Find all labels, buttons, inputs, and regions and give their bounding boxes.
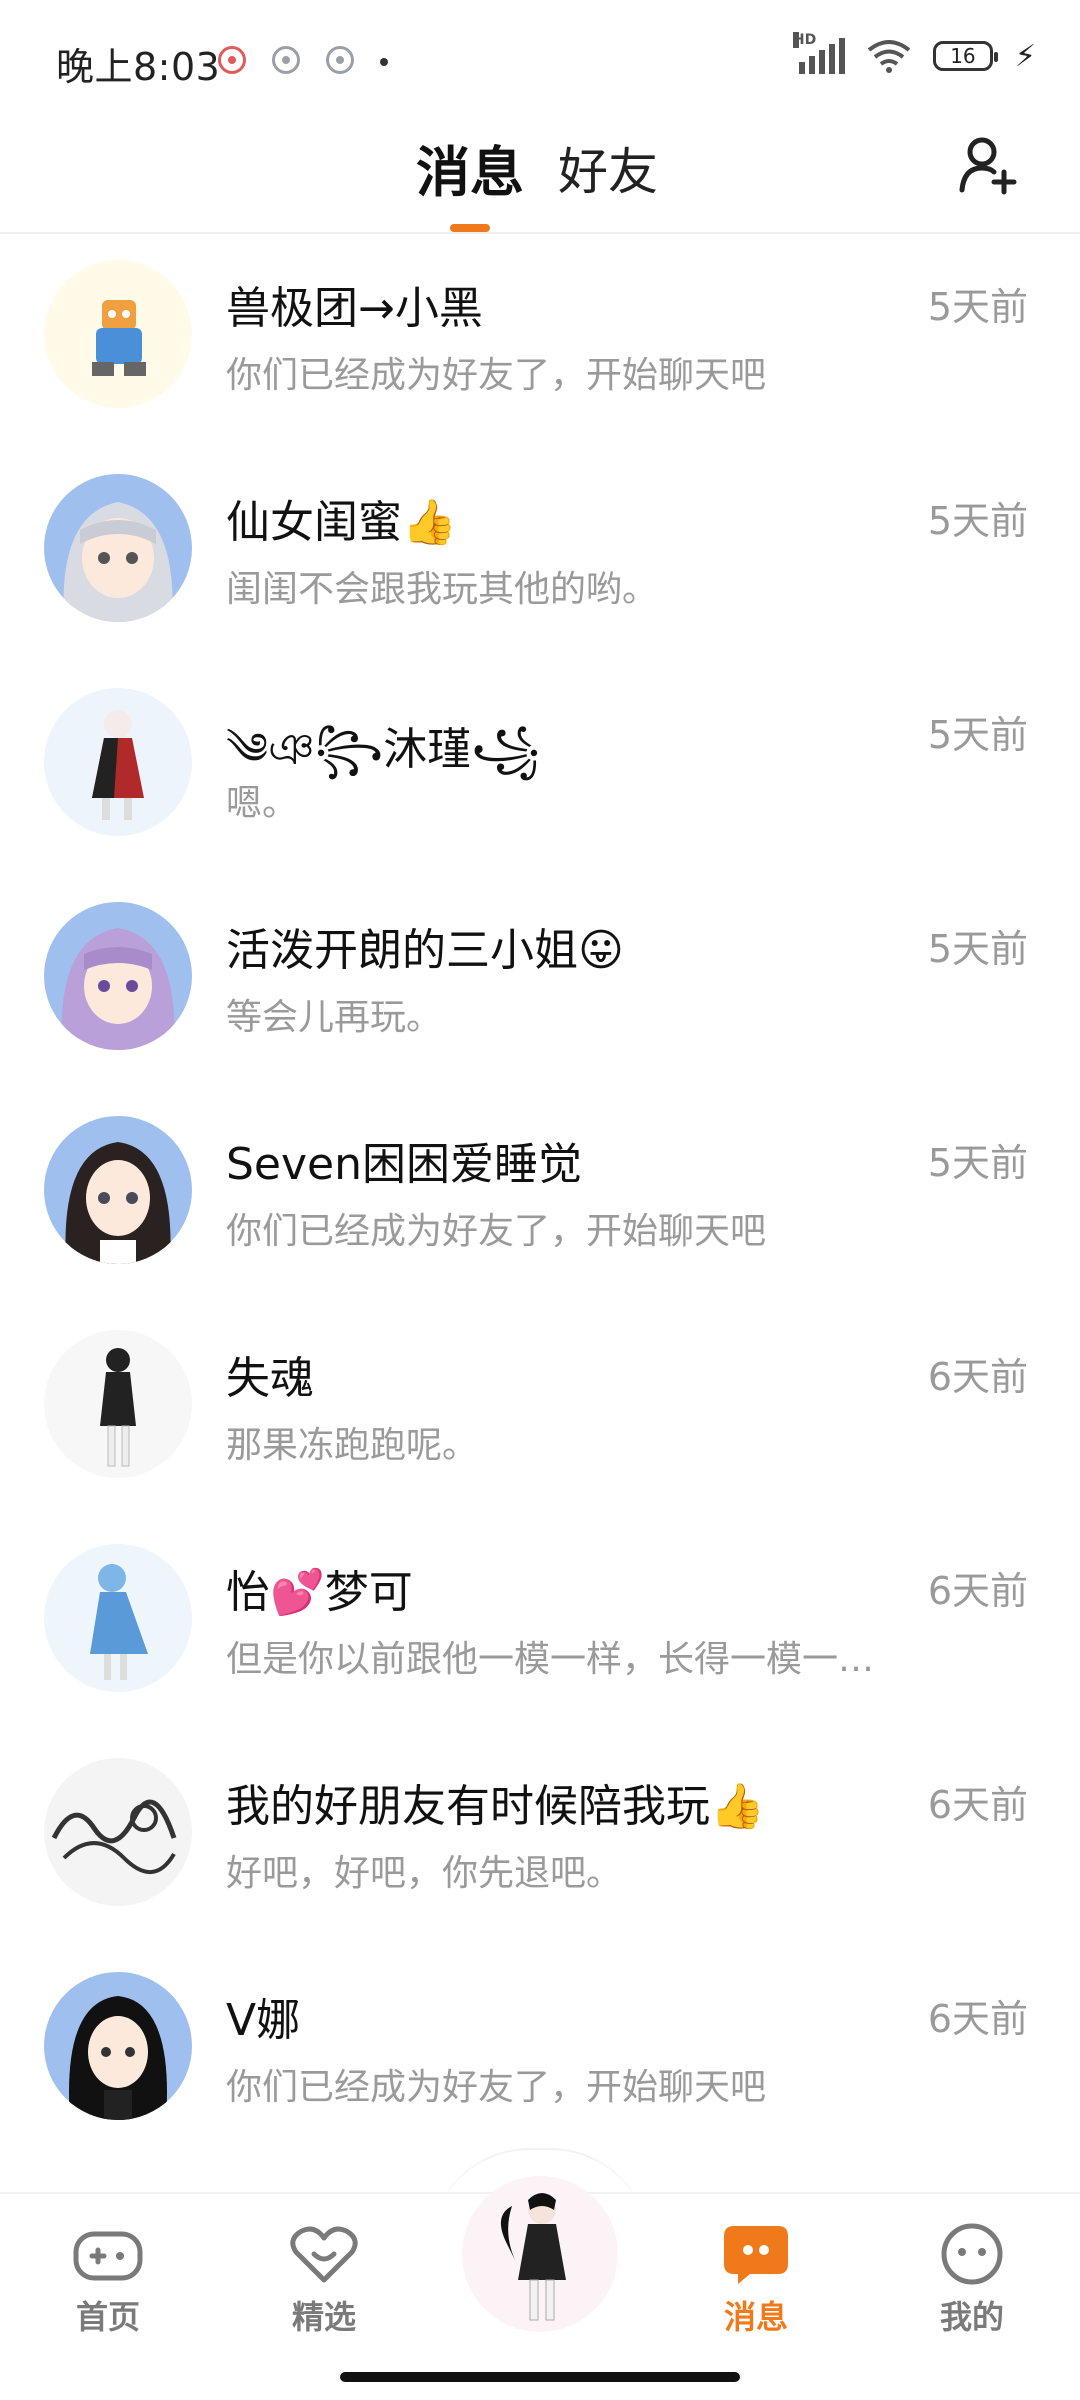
purple-hair-girl-avatar[interactable] — [44, 902, 192, 1050]
conversation-row[interactable]: 我的好朋友有时候陪我玩👍 6天前 好吧，好吧，你先退吧。 — [0, 1734, 1080, 1948]
contact-name: 仙女闺蜜👍 — [226, 497, 457, 548]
silver-hair-girl-avatar[interactable] — [44, 474, 192, 622]
header: 消息 好友 — [0, 120, 1080, 234]
wifi-icon — [867, 38, 911, 74]
tab-friends[interactable]: 好友 — [558, 132, 658, 204]
message-time: 6天前 — [927, 1569, 1028, 1613]
white-hair-girl-avatar[interactable] — [44, 688, 192, 836]
conversation-row[interactable]: Seven困困爱睡觉 5天前 你们已经成为好友了，开始聊天吧 — [0, 1092, 1080, 1306]
nav-featured-label: 精选 — [291, 2298, 356, 2336]
conversation-row[interactable]: 活泼开朗的三小姐😛 5天前 等会儿再玩。 — [0, 878, 1080, 1092]
contact-name: 我的好朋友有时候陪我玩👍 — [226, 1781, 765, 1832]
nav-featured[interactable]: 精选 — [254, 2222, 394, 2338]
battery-level: 16 — [950, 44, 976, 68]
message-time: 6天前 — [927, 1355, 1028, 1399]
nav-mine[interactable]: 我的 — [902, 2222, 1042, 2338]
battery-icon: 16 — [932, 41, 998, 71]
status-time: 晚上8:03 — [56, 45, 221, 89]
contact-name: 活泼开朗的三小姐😛 — [226, 925, 624, 976]
message-time: 5天前 — [927, 1141, 1028, 1185]
heart-icon — [290, 2226, 358, 2283]
message-time: 5天前 — [927, 285, 1028, 329]
contact-name: Seven困困爱睡觉 — [226, 1139, 582, 1190]
standing-girl-avatar[interactable] — [44, 1330, 192, 1478]
message-preview: 好吧，好吧，你先退吧。 — [226, 1853, 623, 1894]
nav-mine-label: 我的 — [939, 2298, 1004, 2336]
center-character-button[interactable] — [462, 2176, 618, 2332]
notification-icons — [218, 46, 354, 74]
more-notifications-dot — [380, 58, 388, 66]
message-preview: 闺闺不会跟我玩其他的哟。 — [226, 569, 659, 610]
black-hair-girl-avatar[interactable] — [44, 1972, 192, 2120]
home-indicator[interactable] — [340, 2372, 740, 2382]
status-bar: 晚上8:03 HD 16 ⚡ — [0, 0, 1080, 120]
robot-character-avatar[interactable] — [44, 260, 192, 408]
message-preview: 但是你以前跟他一模一样，长得一模一… — [226, 1639, 875, 1680]
conversation-row[interactable]: 兽极团→小黑 5天前 你们已经成为好友了，开始聊天吧 — [0, 236, 1080, 450]
status-right: HD 16 ⚡ — [792, 32, 1036, 74]
conversation-row[interactable]: 仙女闺蜜👍 5天前 闺闺不会跟我玩其他的哟。 — [0, 450, 1080, 664]
message-bubble-icon — [724, 2226, 788, 2284]
tab-messages[interactable]: 消息 — [416, 128, 524, 207]
calligraphy-avatar[interactable] — [44, 1758, 192, 1906]
message-time: 6天前 — [927, 1997, 1028, 2041]
message-time: 5天前 — [927, 499, 1028, 543]
message-time: 5天前 — [927, 927, 1028, 971]
conversation-list: 兽极团→小黑 5天前 你们已经成为好友了，开始聊天吧 仙女闺蜜👍 5天前 闺闺不… — [0, 236, 1080, 2162]
contact-name: 怡💕梦可 — [226, 1567, 413, 1618]
conversation-row[interactable]: 失魂 6天前 那果冻跑跑呢。 — [0, 1306, 1080, 1520]
nav-home[interactable]: 首页 — [38, 2222, 178, 2338]
character-avatar-icon — [462, 2176, 618, 2332]
contact-name: V娜 — [226, 1995, 301, 2046]
notification-icon — [326, 46, 354, 74]
nav-messages[interactable]: 消息 — [686, 2222, 826, 2338]
message-preview: 那果冻跑跑呢。 — [226, 1425, 479, 1466]
message-preview: 你们已经成为好友了，开始聊天吧 — [226, 355, 767, 396]
contact-name: 兽极团→小黑 — [226, 283, 483, 334]
message-preview: 嗯。 — [226, 783, 299, 824]
notification-icon — [218, 46, 246, 74]
message-preview: 你们已经成为好友了，开始聊天吧 — [226, 2067, 767, 2108]
message-time: 6天前 — [927, 1783, 1028, 1827]
add-friend-icon[interactable] — [956, 132, 1020, 196]
message-preview: 你们已经成为好友了，开始聊天吧 — [226, 1211, 767, 1252]
dark-hair-girl-avatar[interactable] — [44, 1116, 192, 1264]
notification-icon — [272, 46, 300, 74]
charging-icon: ⚡ — [1014, 38, 1036, 74]
message-preview: 等会儿再玩。 — [226, 997, 443, 1038]
conversation-row[interactable]: V娜 6天前 你们已经成为好友了，开始聊天吧 — [0, 1948, 1080, 2162]
nav-messages-label: 消息 — [723, 2298, 788, 2336]
nav-home-label: 首页 — [75, 2298, 140, 2336]
gamepad-icon — [73, 2231, 143, 2281]
message-time: 5天前 — [927, 713, 1028, 757]
smiley-face-icon — [941, 2223, 1003, 2285]
conversation-row[interactable]: 怡💕梦可 6天前 但是你以前跟他一模一样，长得一模一… — [0, 1520, 1080, 1734]
conversation-row[interactable]: ༄ঞ꧂沐瑾꧁ 5天前 嗯。 — [0, 664, 1080, 878]
blue-hair-girl-avatar[interactable] — [44, 1544, 192, 1692]
contact-name: 失魂 — [226, 1353, 314, 1404]
tab-indicator — [450, 224, 490, 232]
cellular-signal-icon: HD — [792, 32, 845, 74]
network-type: HD — [792, 32, 817, 48]
